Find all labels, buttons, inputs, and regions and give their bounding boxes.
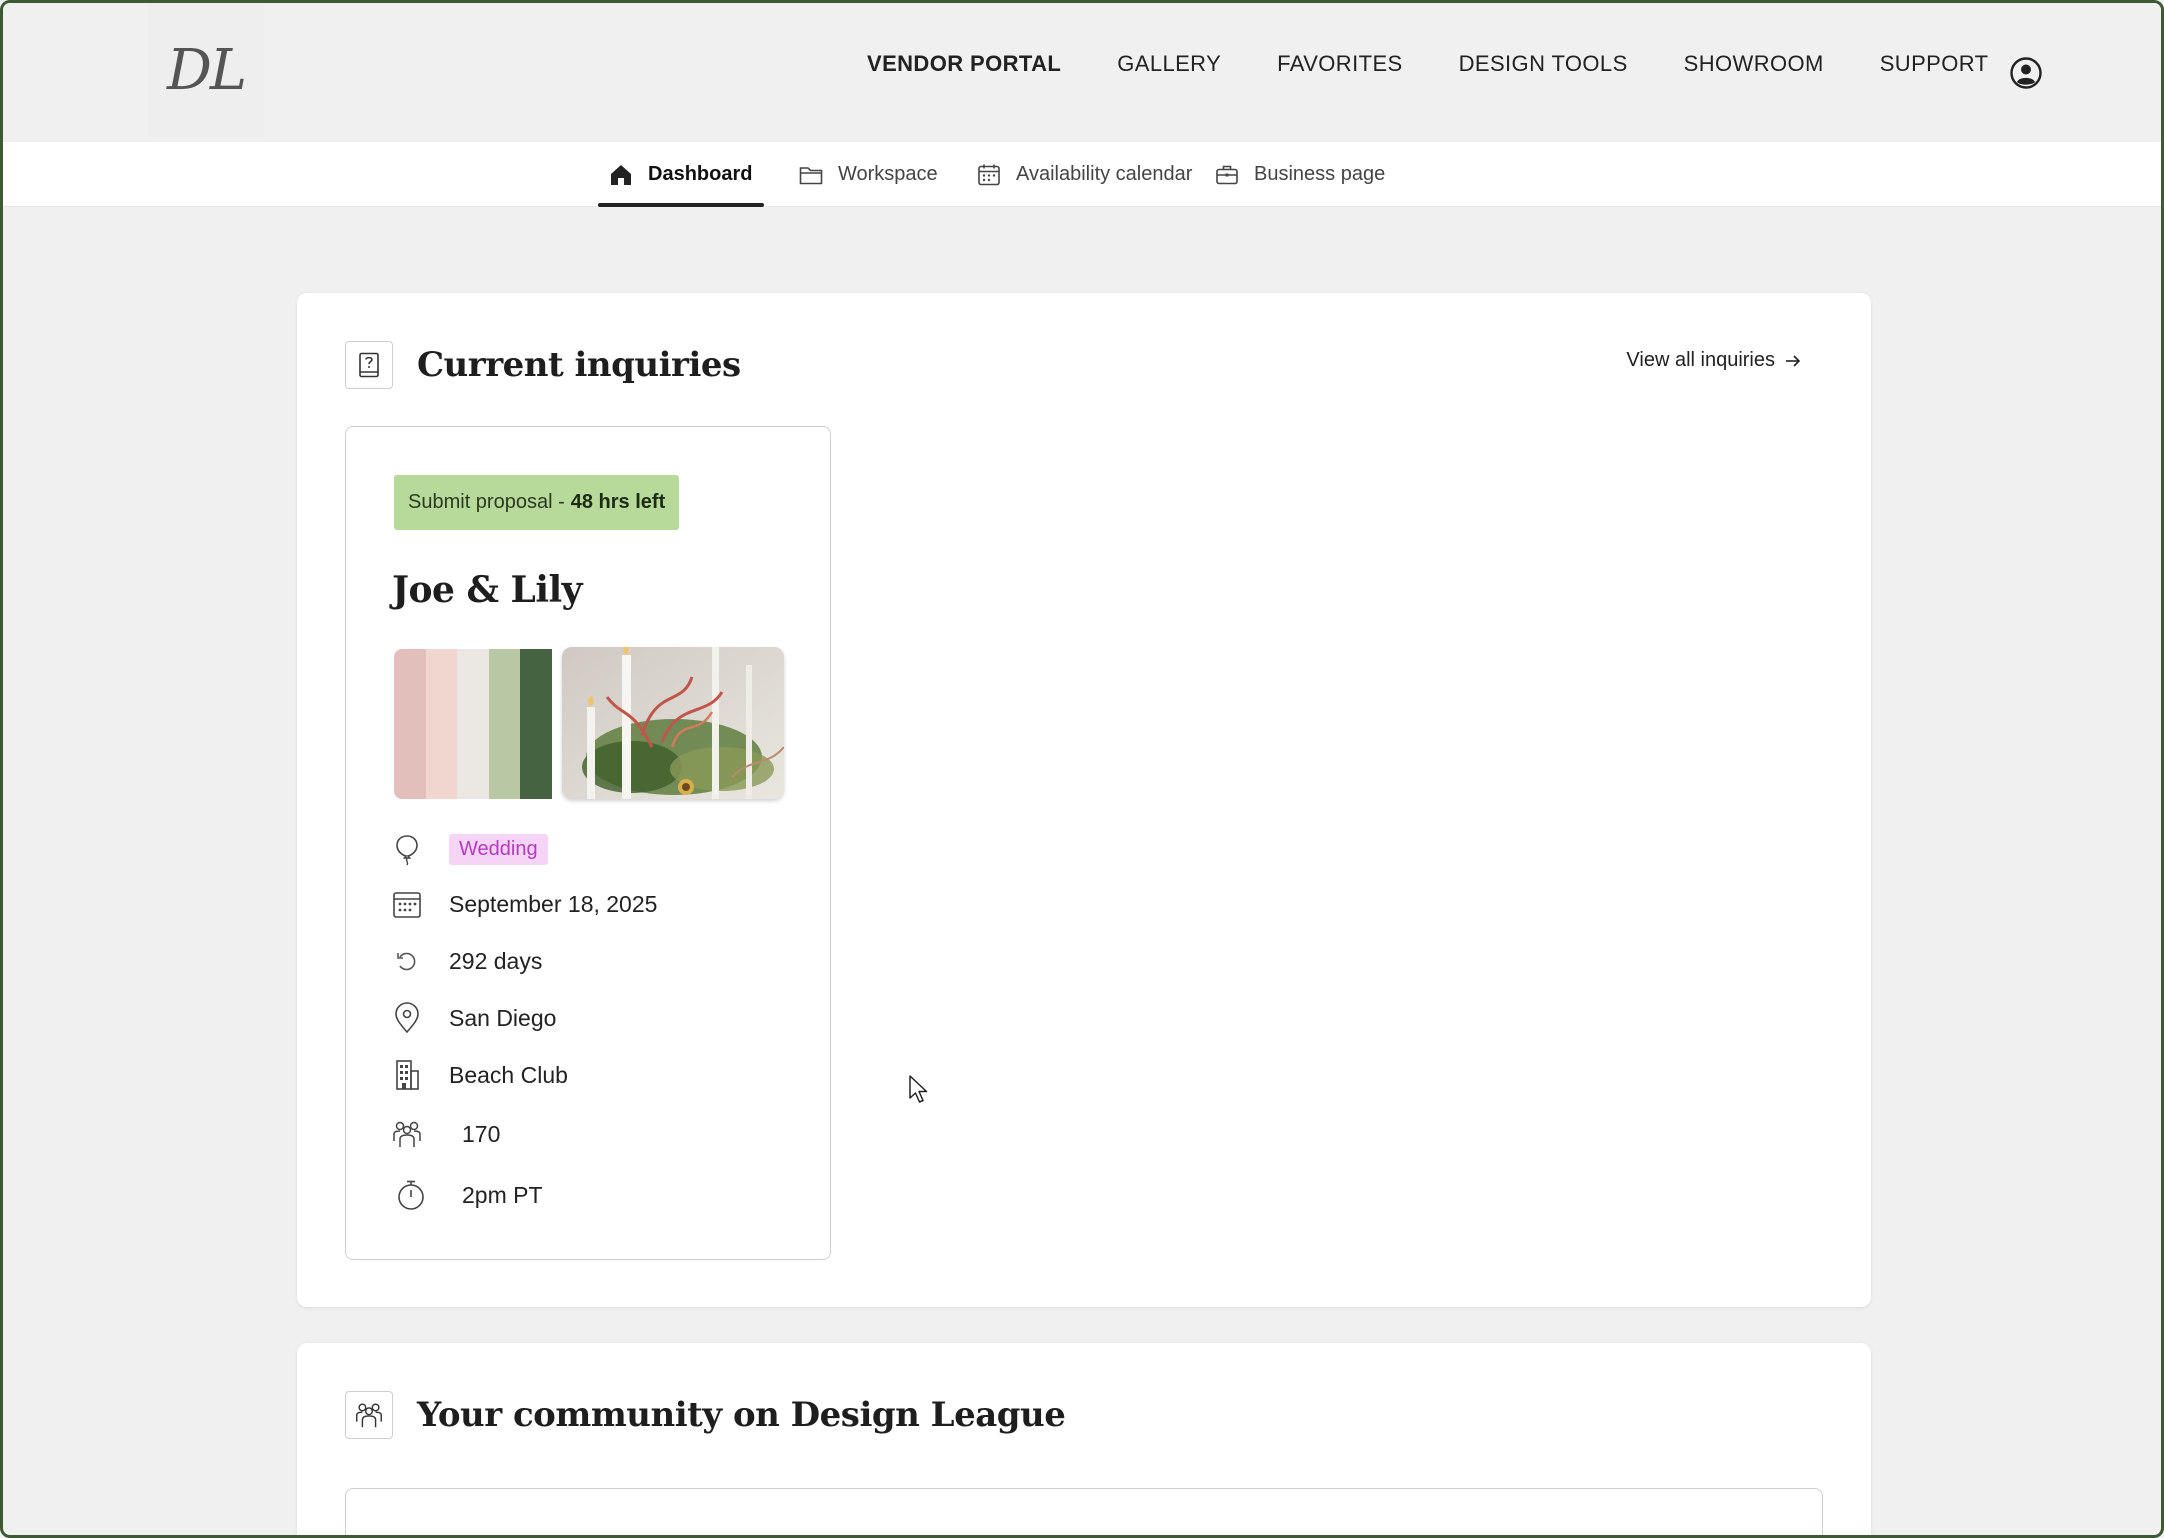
nav-showroom[interactable]: SHOWROOM <box>1684 51 1824 77</box>
time-row: 2pm PT <box>390 1175 543 1215</box>
main-nav: VENDOR PORTAL GALLERY FAVORITES DESIGN T… <box>867 51 2045 77</box>
tab-label: Workspace <box>838 163 938 185</box>
question-document-icon <box>345 341 393 389</box>
user-circle-icon[interactable] <box>2009 56 2043 90</box>
refresh-icon <box>390 944 424 978</box>
inquiry-card[interactable]: Submit proposal - 48 hrs left Joe & Lily <box>345 426 831 1260</box>
view-all-label: View all inquiries <box>1626 349 1775 371</box>
event-date: September 18, 2025 <box>449 890 658 917</box>
event-time: 2pm PT <box>462 1181 543 1208</box>
balloon-icon <box>390 832 424 866</box>
people-group-icon <box>390 1117 424 1151</box>
logo[interactable]: DL <box>148 3 264 137</box>
tab-label: Availability calendar <box>1016 163 1193 185</box>
top-navigation: DL VENDOR PORTAL GALLERY FAVORITES DESIG… <box>3 3 2161 142</box>
location-row: San Diego <box>390 998 556 1038</box>
panel-title: Current inquiries <box>417 345 741 385</box>
countdown-row: 292 days <box>390 941 542 981</box>
couple-name: Joe & Lily <box>392 569 583 611</box>
palette-swatch <box>425 649 458 799</box>
building-icon <box>390 1058 424 1092</box>
palette-swatch <box>520 649 552 799</box>
calendar-icon <box>390 887 424 921</box>
calendar-icon <box>978 164 1000 185</box>
palette-swatch <box>394 649 426 799</box>
palette-swatch <box>488 649 521 799</box>
map-pin-icon <box>390 1001 424 1035</box>
event-type-row: Wedding <box>390 829 548 869</box>
badge-prefix: Submit proposal - <box>408 491 565 513</box>
tab-dashboard[interactable]: Dashboard <box>597 142 765 207</box>
tab-label: Business page <box>1254 163 1386 185</box>
app-window: DL VENDOR PORTAL GALLERY FAVORITES DESIG… <box>0 0 2164 1538</box>
current-inquiries-panel: Current inquiries View all inquiries Sub… <box>297 293 1871 1307</box>
color-palette <box>394 649 552 799</box>
badge-deadline: 48 hrs left <box>570 491 666 513</box>
nav-design-tools[interactable]: DESIGN TOOLS <box>1459 51 1628 77</box>
guest-count: 170 <box>462 1120 501 1147</box>
tab-workspace[interactable]: Workspace <box>798 142 938 207</box>
community-panel: Your community on Design League <box>297 1343 1871 1535</box>
home-icon <box>611 164 631 185</box>
countdown-days: 292 days <box>449 947 543 974</box>
view-all-inquiries-link[interactable]: View all inquiries <box>1626 349 1803 372</box>
location: San Diego <box>449 1004 557 1031</box>
arrow-right-icon <box>1786 354 1801 367</box>
tab-label: Dashboard <box>648 163 753 185</box>
panel-title: Your community on Design League <box>417 1395 1066 1435</box>
community-content <box>345 1488 1823 1535</box>
nav-favorites[interactable]: FAVORITES <box>1277 51 1402 77</box>
event-type-tag: Wedding <box>449 833 548 865</box>
palette-swatch <box>457 649 489 799</box>
tab-availability-calendar[interactable]: Availability calendar <box>976 142 1192 207</box>
nav-gallery[interactable]: GALLERY <box>1117 51 1221 77</box>
panel-header: Current inquiries <box>345 341 741 389</box>
folder-icon <box>799 166 823 184</box>
mouse-cursor-icon <box>909 1075 928 1103</box>
nav-vendor-portal[interactable]: VENDOR PORTAL <box>867 51 1061 77</box>
panel-header: Your community on Design League <box>345 1391 1066 1439</box>
sub-navigation: Dashboard Workspace Availability calenda… <box>3 142 2161 207</box>
inspiration-photo <box>562 647 784 799</box>
nav-support[interactable]: SUPPORT <box>1880 51 1989 77</box>
proposal-deadline-badge: Submit proposal - 48 hrs left <box>394 475 680 530</box>
stopwatch-icon <box>394 1178 428 1212</box>
tab-business-page[interactable]: Business page <box>1214 142 1385 207</box>
briefcase-icon <box>1216 165 1238 184</box>
event-date-row: September 18, 2025 <box>390 884 657 924</box>
venue: Beach Club <box>449 1061 568 1088</box>
guests-row: 170 <box>390 1114 500 1154</box>
people-group-icon <box>345 1391 393 1439</box>
venue-row: Beach Club <box>390 1055 568 1095</box>
